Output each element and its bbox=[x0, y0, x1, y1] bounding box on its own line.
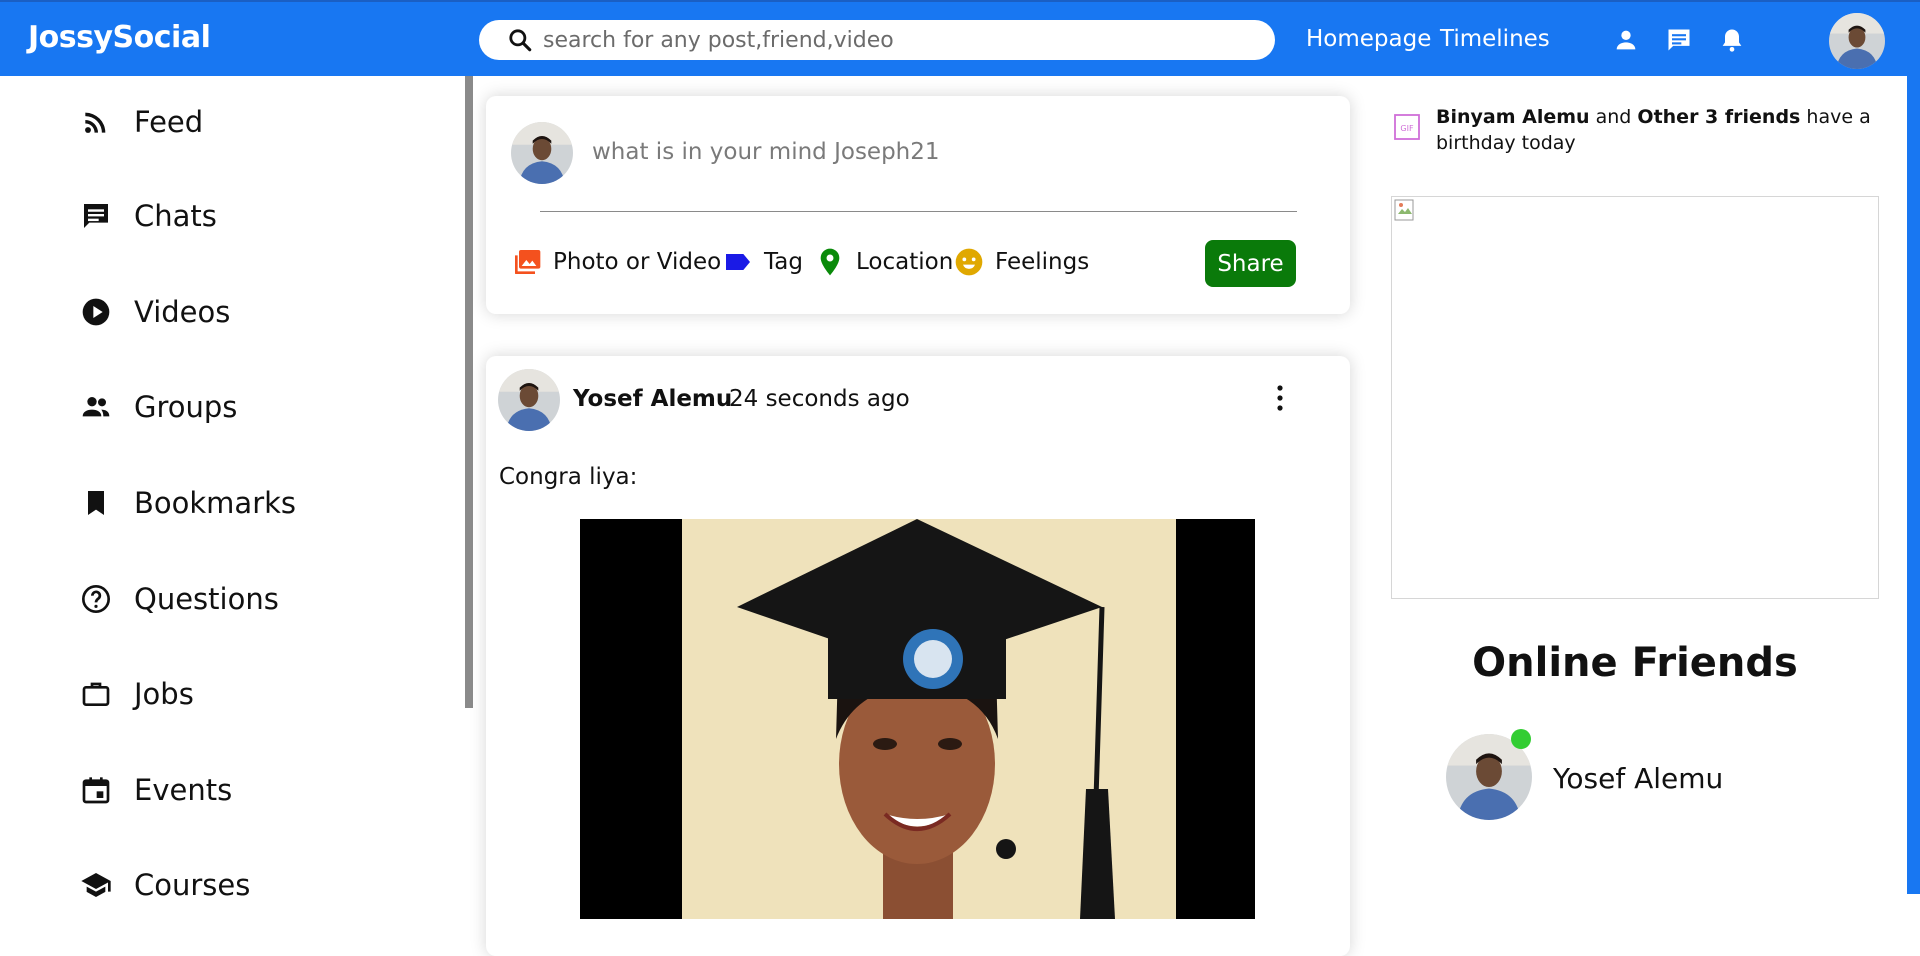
post-text: Congra liya: bbox=[499, 464, 638, 490]
emoji-icon bbox=[955, 248, 983, 276]
option-label: Photo or Video bbox=[553, 249, 722, 275]
friend-name: Yosef Alemu bbox=[1553, 762, 1724, 795]
gift-icon: GIF bbox=[1394, 114, 1420, 140]
sidebar-item-label: Questions bbox=[134, 582, 279, 616]
sidebar-scrollbar[interactable] bbox=[465, 76, 473, 708]
sidebar-item-label: Bookmarks bbox=[134, 486, 297, 520]
bookmark-icon bbox=[88, 491, 104, 515]
broken-image-icon bbox=[1394, 199, 1414, 221]
sidebar-item-groups[interactable]: Groups bbox=[80, 387, 237, 427]
post-author-name[interactable]: Yosef Alemu bbox=[573, 386, 732, 412]
search-input[interactable] bbox=[541, 26, 1275, 54]
sidebar-item-label: Events bbox=[134, 773, 233, 807]
photo-library-icon bbox=[515, 250, 541, 274]
svg-text:GIF: GIF bbox=[1400, 124, 1414, 133]
chat-icon bbox=[84, 204, 108, 228]
sidebar-item-videos[interactable]: Videos bbox=[80, 292, 230, 332]
birthday-name[interactable]: Binyam Alemu bbox=[1436, 106, 1590, 128]
location-option[interactable]: Location bbox=[814, 246, 953, 278]
post-timestamp: 24 seconds ago bbox=[729, 386, 910, 412]
birthday-others[interactable]: Other 3 friends bbox=[1637, 106, 1800, 128]
sidebar-item-jobs[interactable]: Jobs bbox=[80, 674, 194, 714]
work-icon bbox=[82, 682, 110, 706]
sidebar-item-label: Chats bbox=[134, 199, 217, 233]
event-icon bbox=[82, 777, 110, 804]
sidebar-item-label: Groups bbox=[134, 390, 238, 424]
window-edge bbox=[1907, 76, 1920, 894]
sidebar-item-label: Jobs bbox=[134, 677, 194, 711]
homepage-link[interactable]: Homepage bbox=[1306, 26, 1431, 52]
search-bar[interactable] bbox=[479, 20, 1275, 60]
birthday-text: Binyam Alemu and Other 3 friends have a … bbox=[1436, 104, 1876, 156]
location-pin-icon bbox=[820, 248, 840, 276]
logo[interactable]: JossySocial bbox=[28, 20, 211, 55]
option-label: Tag bbox=[764, 249, 803, 275]
label-icon bbox=[726, 254, 750, 270]
help-circle-icon bbox=[82, 585, 110, 613]
more-vert-icon[interactable] bbox=[1270, 380, 1290, 416]
sidebar-item-feed[interactable]: Feed bbox=[80, 102, 203, 142]
tag-option[interactable]: Tag bbox=[722, 246, 803, 278]
top-bar: JossySocial Homepage Timelines bbox=[0, 0, 1920, 76]
share-box: Photo or Video Tag Location Feelings Sha… bbox=[486, 96, 1350, 314]
post-image[interactable] bbox=[580, 519, 1255, 919]
sidebar-item-bookmarks[interactable]: Bookmarks bbox=[80, 483, 296, 523]
sidebar: Feed Chats Videos Groups Bookmarks Quest… bbox=[0, 76, 465, 902]
search-icon bbox=[509, 29, 532, 52]
group-icon bbox=[82, 397, 110, 417]
online-status-dot bbox=[1511, 729, 1531, 749]
option-label: Location bbox=[856, 249, 954, 275]
graduation-photo bbox=[580, 519, 1255, 919]
avatar-image bbox=[498, 369, 560, 431]
sidebar-item-courses[interactable]: Courses bbox=[80, 865, 250, 905]
sidebar-item-label: Courses bbox=[134, 868, 251, 902]
sidebar-item-chats[interactable]: Chats bbox=[80, 196, 217, 236]
notification-icon[interactable] bbox=[1718, 26, 1746, 54]
profile-avatar[interactable] bbox=[1829, 13, 1885, 69]
chat-icon[interactable] bbox=[1665, 26, 1693, 54]
online-friends-title: Online Friends bbox=[1472, 640, 1798, 686]
feelings-option[interactable]: Feelings bbox=[953, 246, 1089, 278]
avatar-image bbox=[1829, 13, 1885, 69]
sidebar-item-label: Videos bbox=[134, 295, 231, 329]
share-avatar bbox=[511, 122, 573, 184]
school-icon bbox=[81, 873, 111, 897]
sidebar-item-questions[interactable]: Questions bbox=[80, 579, 279, 619]
photo-or-video-option[interactable]: Photo or Video bbox=[511, 246, 721, 278]
birthday-and: and bbox=[1595, 106, 1632, 128]
post-author-avatar[interactable] bbox=[498, 369, 560, 431]
online-friend-item[interactable]: Yosef Alemu bbox=[1446, 729, 1866, 820]
play-circle-icon bbox=[82, 298, 110, 326]
avatar-image bbox=[511, 122, 573, 184]
option-label: Feelings bbox=[995, 249, 1090, 275]
ad-image[interactable] bbox=[1391, 196, 1879, 599]
rss-feed-icon bbox=[85, 112, 106, 133]
share-button[interactable]: Share bbox=[1205, 240, 1296, 287]
person-icon[interactable] bbox=[1612, 26, 1640, 54]
post-card: Yosef Alemu 24 seconds ago Congra liya: bbox=[486, 356, 1350, 956]
timelines-link[interactable]: Timelines bbox=[1440, 26, 1550, 52]
sidebar-item-events[interactable]: Events bbox=[80, 770, 232, 810]
share-input[interactable] bbox=[590, 138, 1244, 166]
sidebar-item-label: Feed bbox=[134, 105, 204, 139]
divider bbox=[540, 211, 1297, 212]
